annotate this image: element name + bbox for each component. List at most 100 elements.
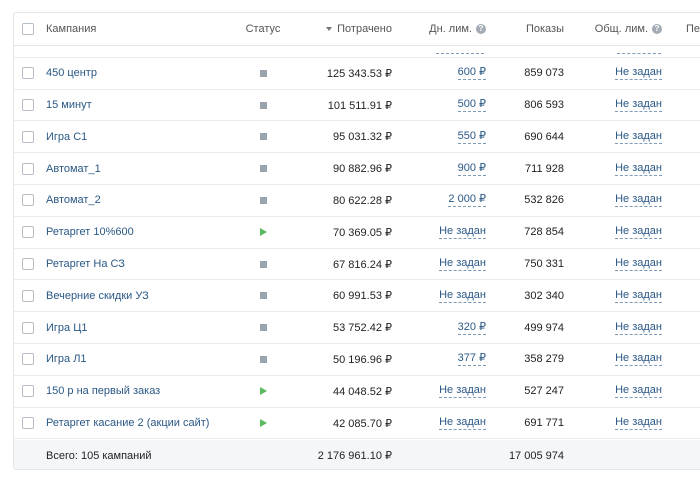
row-checkbox[interactable] bbox=[22, 153, 34, 184]
daily-limit-link[interactable]: Не задан bbox=[439, 257, 486, 272]
table-row[interactable]: Игра Ц1 53 752.42 ₽ 320 ₽ 499 974 Не задан bbox=[14, 312, 700, 344]
total-limit-link[interactable]: Не задан bbox=[615, 225, 662, 240]
daily-limit-link[interactable]: 500 ₽ bbox=[457, 98, 486, 113]
status-toggle[interactable] bbox=[246, 217, 280, 248]
column-daily-limit[interactable]: Дн. лим. ? bbox=[394, 13, 486, 45]
sort-desc-icon bbox=[326, 27, 333, 31]
views-value: 499 974 bbox=[524, 321, 564, 334]
daily-limit-link[interactable]: 600 ₽ bbox=[457, 66, 486, 81]
daily-limit-link[interactable]: 320 ₽ bbox=[457, 321, 486, 335]
daily-limit-link[interactable]: Не задан bbox=[439, 225, 486, 240]
help-icon[interactable]: ? bbox=[652, 24, 662, 34]
spent-value: 101 511.91 ₽ bbox=[327, 99, 392, 112]
daily-limit-link[interactable]: Не задан bbox=[439, 416, 486, 431]
column-extra[interactable]: Пе bbox=[686, 13, 700, 45]
daily-limit-cell: Не задан bbox=[394, 376, 486, 407]
total-limit-link[interactable]: Не задан bbox=[615, 130, 662, 144]
table-row[interactable]: Игра Л1 50 196.96 ₽ 377 ₽ 358 279 Не задан bbox=[14, 344, 700, 376]
campaign-name-link[interactable]: Игра С1 bbox=[46, 122, 87, 153]
campaign-name-link[interactable]: Автомат_2 bbox=[46, 185, 101, 216]
daily-limit-cell: 2 000 ₽ bbox=[394, 185, 486, 216]
campaign-name-link[interactable]: 15 минут bbox=[46, 90, 92, 121]
spent-value: 80 622.28 ₽ bbox=[333, 194, 392, 207]
column-spent[interactable]: Потрачено bbox=[284, 13, 392, 45]
daily-limit-link[interactable]: 2 000 ₽ bbox=[448, 193, 486, 208]
status-toggle[interactable] bbox=[246, 122, 280, 153]
table-footer: Всего: 105 кампаний 2 176 961.10 ₽ 17 00… bbox=[14, 440, 700, 469]
campaign-name-link[interactable]: 150 р на первый заказ bbox=[46, 376, 160, 407]
daily-limit-link[interactable]: Не задан bbox=[439, 384, 486, 399]
status-toggle[interactable] bbox=[246, 90, 280, 121]
help-icon[interactable]: ? bbox=[476, 24, 486, 34]
total-limit-cell: Не задан bbox=[574, 281, 662, 312]
table-row[interactable]: Ретаргет 10%600 70 369.05 ₽ Не задан 728 85… bbox=[14, 217, 700, 249]
table-row[interactable]: Автомат_2 80 622.28 ₽ 2 000 ₽ 532 826 Не зад… bbox=[14, 185, 700, 217]
column-campaign[interactable]: Кампания bbox=[46, 13, 96, 45]
row-checkbox[interactable] bbox=[22, 58, 34, 89]
total-limit-link[interactable]: Не задан bbox=[615, 193, 662, 208]
total-limit-link[interactable]: Не задан bbox=[615, 321, 662, 335]
daily-limit-link[interactable]: 550 ₽ bbox=[457, 130, 486, 144]
play-icon bbox=[259, 419, 267, 428]
views-value: 532 826 bbox=[524, 194, 564, 207]
total-limit-link[interactable]: Не задан bbox=[615, 66, 662, 81]
total-limit-link[interactable]: Не задан bbox=[615, 257, 662, 272]
campaign-name-link[interactable]: Игра Ц1 bbox=[46, 312, 87, 343]
row-checkbox[interactable] bbox=[22, 217, 34, 248]
total-limit-link[interactable]: Не задан bbox=[615, 162, 662, 176]
campaign-name-link[interactable]: Игра Л1 bbox=[46, 344, 87, 375]
total-limit-link[interactable]: Не задан bbox=[615, 289, 662, 303]
column-total-limit[interactable]: Общ. лим. ? bbox=[574, 13, 662, 45]
total-limit-link[interactable]: Не задан bbox=[615, 352, 662, 367]
total-limit-link[interactable]: Не задан bbox=[615, 416, 662, 431]
row-checkbox[interactable] bbox=[22, 185, 34, 216]
table-row[interactable]: Автомат_1 90 882.96 ₽ 900 ₽ 711 928 Не задан bbox=[14, 153, 700, 185]
table-header: Кампания Статус Потрачено Дн. лим. ? Пок… bbox=[14, 13, 700, 46]
table-row[interactable]: 15 минут 101 511.91 ₽ 500 ₽ 806 593 Не задан bbox=[14, 90, 700, 122]
daily-limit-link[interactable]: 900 ₽ bbox=[457, 162, 486, 176]
total-limit-link[interactable]: Не задан bbox=[615, 384, 662, 399]
status-toggle[interactable] bbox=[246, 376, 280, 407]
row-checkbox[interactable] bbox=[22, 281, 34, 312]
daily-limit-cell: Не задан bbox=[394, 217, 486, 248]
status-toggle[interactable] bbox=[246, 58, 280, 89]
partial-daily-limit-link[interactable] bbox=[436, 46, 484, 54]
campaign-name-link[interactable]: Автомат_1 bbox=[46, 153, 101, 184]
row-checkbox[interactable] bbox=[22, 249, 34, 280]
partial-row bbox=[14, 46, 700, 58]
campaign-name-link[interactable]: Вечерние скидки УЗ bbox=[46, 281, 149, 312]
status-toggle[interactable] bbox=[246, 312, 280, 343]
daily-limit-link[interactable]: Не задан bbox=[439, 289, 486, 303]
table-row[interactable]: 450 центр 125 343.53 ₽ 600 ₽ 859 073 Не зада… bbox=[14, 58, 700, 90]
column-status[interactable]: Статус bbox=[246, 13, 281, 45]
row-checkbox[interactable] bbox=[22, 90, 34, 121]
row-checkbox[interactable] bbox=[22, 376, 34, 407]
total-limit-cell: Не задан bbox=[574, 58, 662, 89]
status-toggle[interactable] bbox=[246, 408, 280, 439]
row-checkbox[interactable] bbox=[22, 344, 34, 375]
table-row[interactable]: Ретаргет касание 2 (акции сайт) 42 085.70… bbox=[14, 408, 700, 440]
table-row[interactable]: Ретаргет На СЗ 67 816.24 ₽ Не задан 750 331… bbox=[14, 249, 700, 281]
row-checkbox[interactable] bbox=[22, 408, 34, 439]
table-row[interactable]: Вечерние скидки УЗ 60 991.53 ₽ Не задан 302… bbox=[14, 281, 700, 313]
total-limit-cell: Не задан bbox=[574, 312, 662, 343]
campaign-name-link[interactable]: Ретаргет На СЗ bbox=[46, 249, 125, 280]
status-toggle[interactable] bbox=[246, 281, 280, 312]
column-views[interactable]: Показы bbox=[486, 13, 564, 45]
stop-icon bbox=[259, 355, 267, 363]
status-toggle[interactable] bbox=[246, 249, 280, 280]
select-all-checkbox[interactable] bbox=[22, 13, 34, 45]
total-limit-link[interactable]: Не задан bbox=[615, 98, 662, 113]
table-row[interactable]: 150 р на первый заказ 44 048.52 ₽ Не задан… bbox=[14, 376, 700, 408]
daily-limit-link[interactable]: 377 ₽ bbox=[457, 352, 486, 367]
row-checkbox[interactable] bbox=[22, 312, 34, 343]
status-toggle[interactable] bbox=[246, 153, 280, 184]
status-toggle[interactable] bbox=[246, 185, 280, 216]
table-row[interactable]: Игра С1 95 031.32 ₽ 550 ₽ 690 644 Не задан bbox=[14, 122, 700, 154]
campaign-name-link[interactable]: Ретаргет 10%600 bbox=[46, 217, 134, 248]
status-toggle[interactable] bbox=[246, 344, 280, 375]
campaign-name-link[interactable]: 450 центр bbox=[46, 58, 97, 89]
partial-total-limit-link[interactable] bbox=[617, 46, 661, 54]
row-checkbox[interactable] bbox=[22, 122, 34, 153]
campaign-name-link[interactable]: Ретаргет касание 2 (акции сайт) bbox=[46, 408, 209, 439]
